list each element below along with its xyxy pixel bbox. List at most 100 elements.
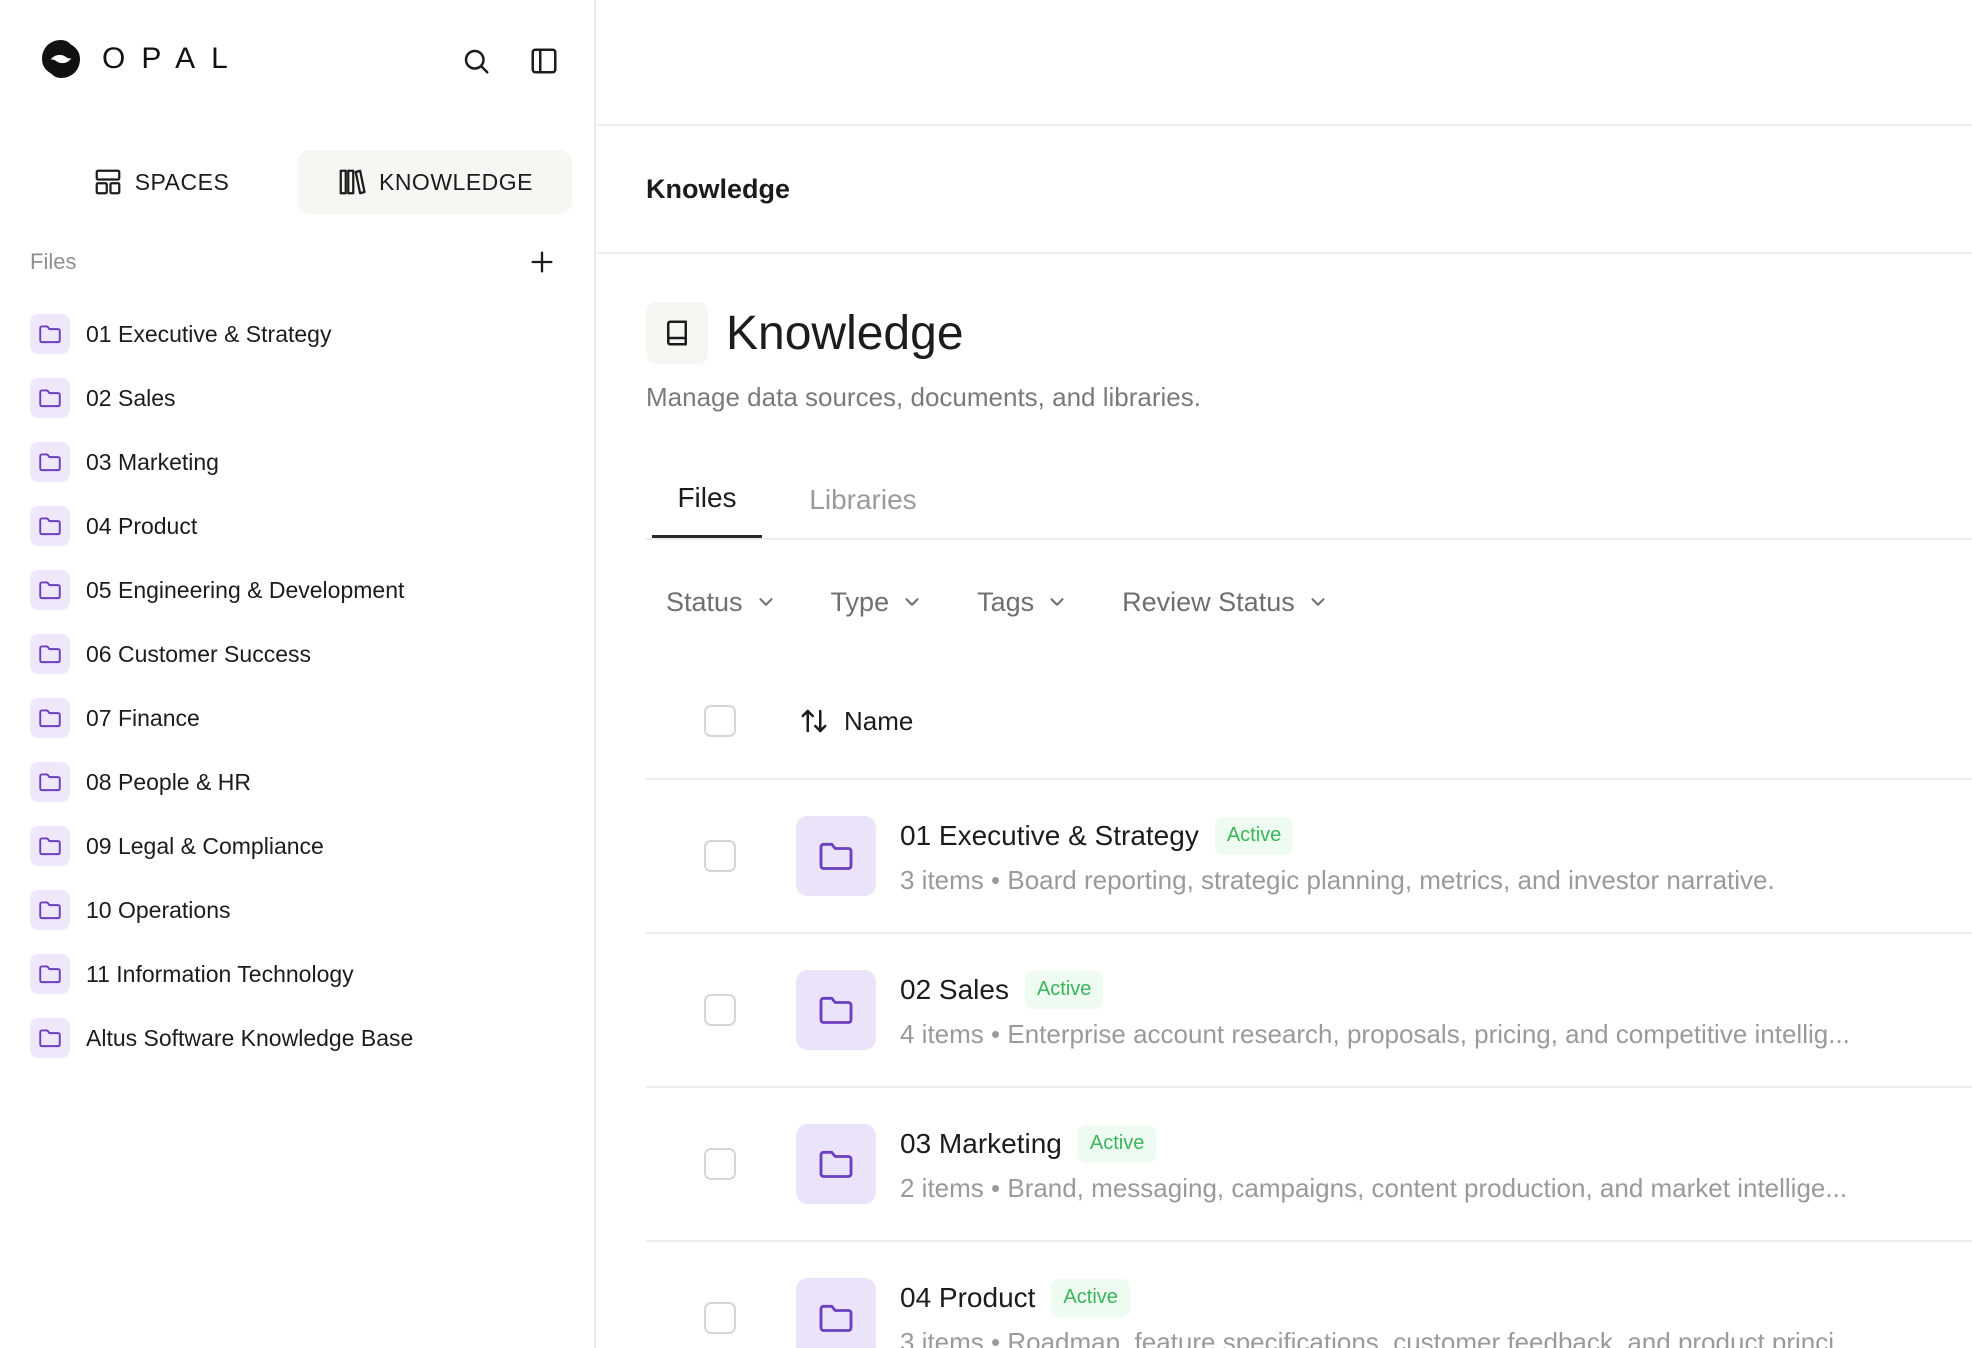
sidebar-folder-item[interactable]: 06 Customer Success [30, 622, 570, 686]
file-table-body: 01 Executive & Strategy Active 3 items •… [646, 780, 1972, 1348]
folder-icon [30, 1018, 70, 1058]
sidebar-folder-item[interactable]: 01 Executive & Strategy [30, 302, 570, 366]
sidebar-toggle-icon [531, 48, 557, 74]
add-file-button[interactable] [524, 244, 560, 280]
tab-files[interactable]: Files [652, 460, 762, 538]
sidebar-folder-item[interactable]: Altus Software Knowledge Base [30, 1006, 570, 1070]
folder-icon [30, 442, 70, 482]
folder-name: 08 People & HR [86, 768, 251, 795]
files-section-header: Files [30, 244, 560, 280]
row-title: 04 Product [900, 1281, 1036, 1313]
sidebar-folder-item[interactable]: 11 Information Technology [30, 942, 570, 1006]
folder-name: 07 Finance [86, 704, 200, 731]
table-row[interactable]: 02 Sales Active 4 items • Enterprise acc… [646, 934, 1972, 1088]
row-title-line: 01 Executive & Strategy Active [900, 816, 1920, 855]
sidebar-folder-item[interactable]: 02 Sales [30, 366, 570, 430]
filter-label: Tags [977, 586, 1035, 617]
sidebar-folder-item[interactable]: 08 People & HR [30, 750, 570, 814]
row-title: 03 Marketing [900, 1127, 1062, 1159]
folder-name: Altus Software Knowledge Base [86, 1024, 414, 1051]
row-title: 01 Executive & Strategy [900, 819, 1199, 851]
row-title-line: 04 Product Active [900, 1278, 1920, 1317]
sidebar-folder-item[interactable]: 10 Operations [30, 878, 570, 942]
folder-name: 06 Customer Success [86, 640, 311, 667]
files-label: Files [30, 249, 77, 274]
chevron-down-icon [905, 598, 919, 606]
row-title-line: 03 Marketing Active [900, 1124, 1920, 1163]
folder-icon [30, 506, 70, 546]
row-title: 02 Sales [900, 973, 1009, 1005]
book-icon [646, 302, 708, 364]
folder-icon [30, 826, 70, 866]
sidebar-folder-item[interactable]: 07 Finance [30, 686, 570, 750]
nav-tab-spaces[interactable]: SPACES [24, 150, 298, 214]
filter-type[interactable]: Type [831, 587, 924, 618]
row-title-line: 02 Sales Active [900, 970, 1920, 1009]
search-icon [464, 49, 489, 74]
select-all-checkbox[interactable] [704, 705, 736, 737]
page-header: Knowledge [646, 302, 964, 364]
folder-name: 02 Sales [86, 384, 176, 411]
filter-label: Type [830, 586, 890, 617]
filter-label: Status [666, 586, 743, 617]
row-checkbox[interactable] [704, 1302, 736, 1334]
row-text: 03 Marketing Active 2 items • Brand, mes… [900, 1124, 1920, 1204]
sort-button[interactable] [798, 705, 830, 737]
sidebar-folder-item[interactable]: 09 Legal & Compliance [30, 814, 570, 878]
row-description: 3 items • Board reporting, strategic pla… [900, 864, 1775, 895]
row-checkbox[interactable] [704, 1148, 736, 1180]
status-badge: Active [1077, 1124, 1157, 1163]
nav-tab-label: SPACES [134, 168, 230, 195]
column-header-name[interactable]: Name [844, 706, 913, 737]
top-bar [598, 0, 1972, 126]
breadcrumb-title: Knowledge [646, 173, 791, 204]
sidebar-folder-item[interactable]: 05 Engineering & Development [30, 558, 570, 622]
folder-icon [796, 1278, 876, 1348]
filter-review-status[interactable]: Review Status [1122, 587, 1329, 618]
folder-name: 05 Engineering & Development [86, 576, 405, 603]
filter-tags[interactable]: Tags [977, 587, 1068, 618]
folder-icon [30, 570, 70, 610]
filter-label: Review Status [1122, 586, 1295, 617]
folder-icon [30, 378, 70, 418]
folder-icon [30, 762, 70, 802]
filter-status[interactable]: Status [666, 587, 777, 618]
tab-libraries[interactable]: Libraries [798, 460, 928, 540]
row-text: 01 Executive & Strategy Active 3 items •… [900, 816, 1920, 896]
folder-icon [796, 1124, 876, 1204]
page-subtitle: Manage data sources, documents, and libr… [646, 382, 1201, 412]
table-row[interactable]: 04 Product Active 3 items • Roadmap, fea… [646, 1242, 1972, 1348]
search-button[interactable] [459, 44, 493, 78]
sidebar-folder-item[interactable]: 04 Product [30, 494, 570, 558]
chevron-down-icon [1050, 598, 1064, 606]
main-content: Knowledge Knowledge Manage data sources,… [598, 0, 1972, 1348]
row-description: 4 items • Enterprise account research, p… [900, 1018, 1850, 1049]
row-text: 04 Product Active 3 items • Roadmap, fea… [900, 1278, 1920, 1348]
sidebar: OPAL SPACES KNOWLEDGE Files 01 Executive… [0, 0, 596, 1348]
chevron-down-icon [1311, 598, 1325, 606]
row-checkbox[interactable] [704, 994, 736, 1026]
row-description: 2 items • Brand, messaging, campaigns, c… [900, 1172, 1848, 1203]
brand[interactable]: OPAL [40, 38, 244, 80]
table-row[interactable]: 01 Executive & Strategy Active 3 items •… [646, 780, 1972, 934]
opal-logo-icon [42, 40, 80, 78]
row-text: 02 Sales Active 4 items • Enterprise acc… [900, 970, 1920, 1050]
sidebar-folder-item[interactable]: 03 Marketing [30, 430, 570, 494]
table-row[interactable]: 03 Marketing Active 2 items • Brand, mes… [646, 1088, 1972, 1242]
table-header: Name [646, 664, 1972, 780]
row-description: 3 items • Roadmap, feature specification… [900, 1326, 1856, 1348]
breadcrumb: Knowledge [598, 126, 1972, 254]
nav-tab-knowledge[interactable]: KNOWLEDGE [298, 150, 572, 214]
toggle-sidebar-button[interactable] [527, 44, 561, 78]
folder-list: 01 Executive & Strategy 02 Sales 03 Mark… [30, 302, 570, 1070]
folder-icon [796, 816, 876, 896]
content-tabs: Files Libraries [646, 460, 1972, 540]
sort-icon [801, 709, 827, 733]
nav-tab-label: KNOWLEDGE [378, 168, 534, 195]
folder-icon [30, 698, 70, 738]
filter-bar: Status Type Tags Review Status [666, 578, 1383, 626]
row-checkbox[interactable] [704, 840, 736, 872]
folder-name: 09 Legal & Compliance [86, 832, 324, 859]
status-badge: Active [1024, 970, 1104, 1009]
chevron-down-icon [759, 598, 773, 606]
